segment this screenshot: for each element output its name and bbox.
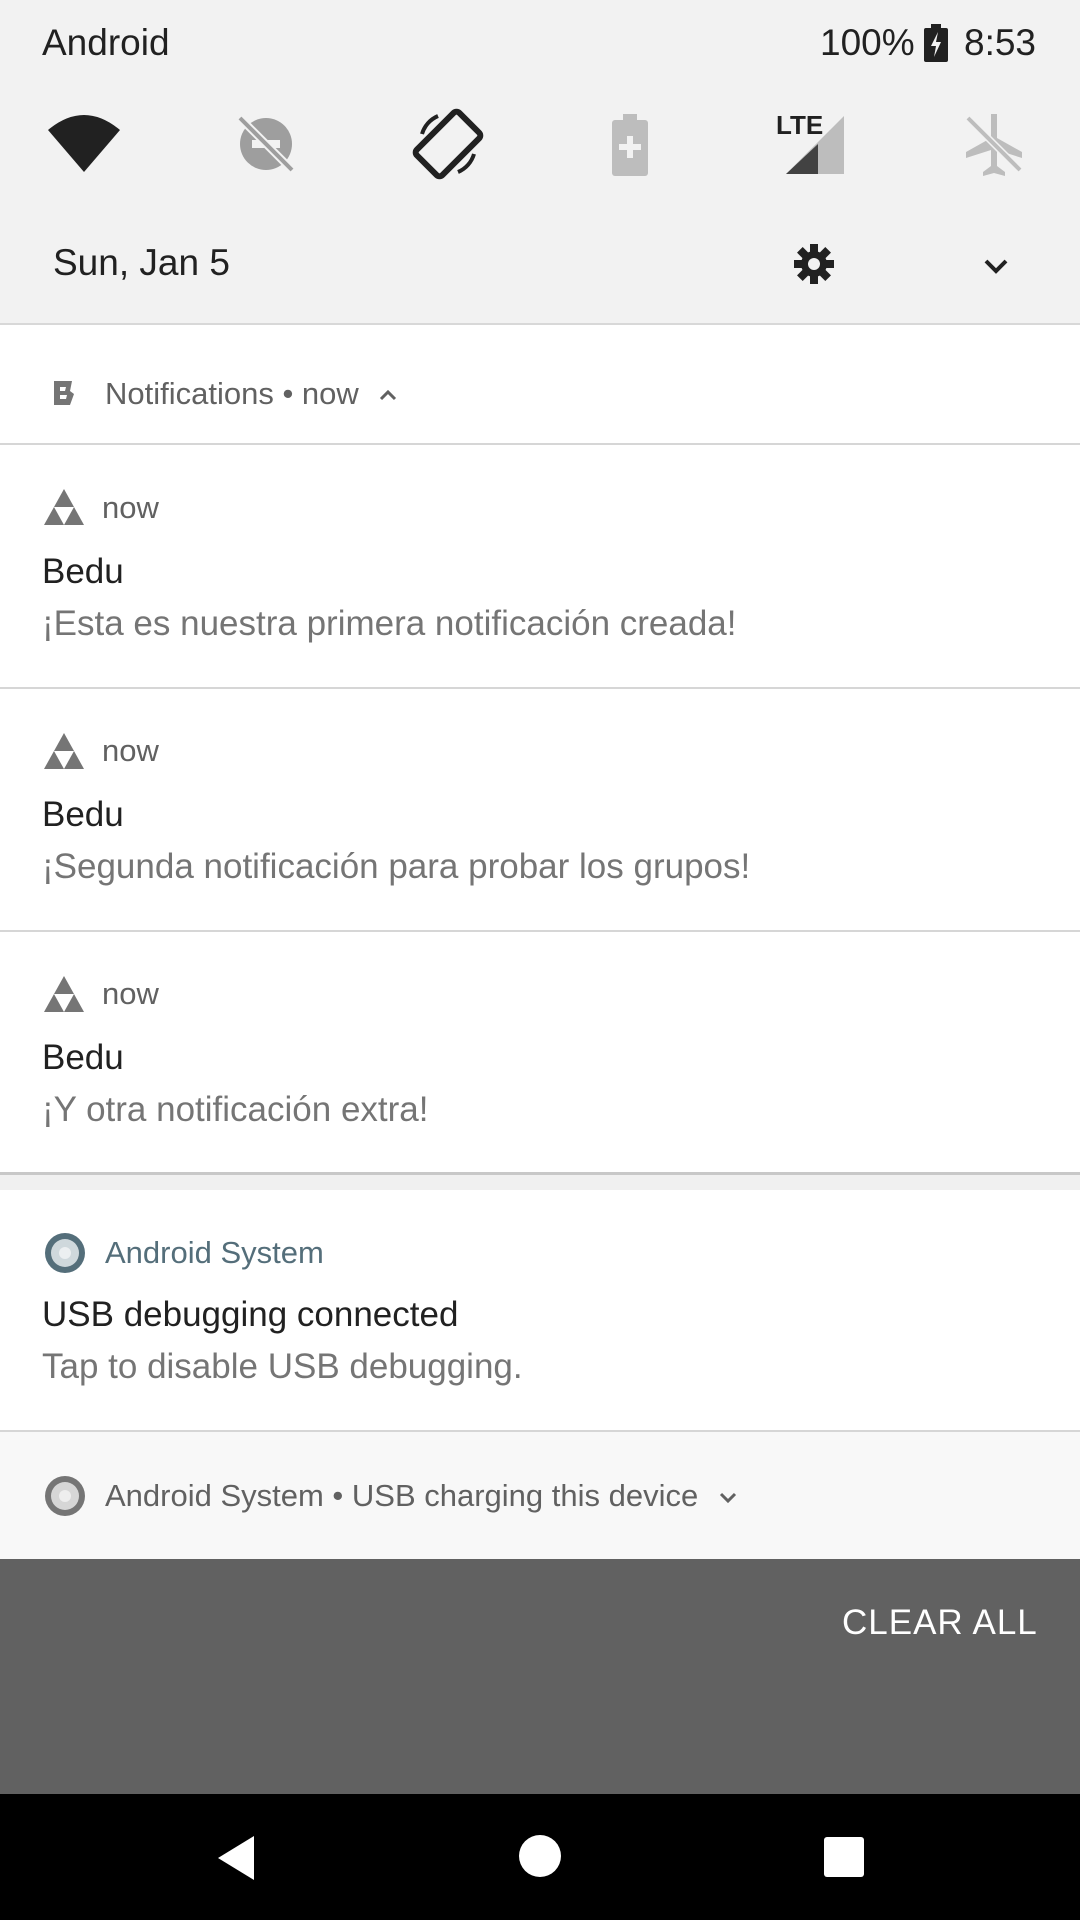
chevron-up-icon <box>377 376 399 416</box>
notification-text: ¡Esta es nuestra primera notificación cr… <box>42 604 737 643</box>
home-icon[interactable] <box>518 1834 562 1883</box>
airplane-mode-tile[interactable] <box>954 104 1034 184</box>
battery-percent: 100% <box>820 22 915 63</box>
chevron-down-icon[interactable] <box>976 246 1016 291</box>
lte-signal-icon: LTE <box>772 110 852 188</box>
date-label: Sun, Jan 5 <box>53 242 230 283</box>
airplane-mode-icon <box>954 114 1034 188</box>
wifi-icon <box>44 115 124 188</box>
notification-text: ¡Segunda notificación para probar los gr… <box>42 847 751 886</box>
clock: 8:53 <box>964 22 1037 63</box>
settings-gear-icon[interactable] <box>792 242 836 291</box>
notification-title: Bedu <box>42 1038 124 1077</box>
do-not-disturb-off-icon <box>226 115 306 188</box>
clear-all-button[interactable]: CLEAR ALL <box>842 1601 1038 1645</box>
svg-text:LTE: LTE <box>776 110 823 140</box>
triforce-icon <box>44 733 84 774</box>
battery-saver-icon <box>590 114 670 188</box>
app-logo-icon <box>50 378 78 413</box>
notification-card[interactable] <box>0 445 1080 687</box>
notification-time: now <box>102 733 159 768</box>
group-separator-shadow <box>0 1172 1080 1175</box>
chevron-down-icon <box>717 1478 739 1518</box>
battery-charging-icon <box>922 24 950 67</box>
notification-card[interactable] <box>0 932 1080 1174</box>
notification-card[interactable] <box>0 689 1080 931</box>
do-not-disturb-tile[interactable] <box>226 104 306 184</box>
triforce-icon <box>44 489 84 530</box>
system-app-name: Android System <box>105 1235 324 1270</box>
auto-rotate-icon <box>408 108 488 188</box>
mobile-data-tile[interactable]: LTE <box>772 104 852 184</box>
recents-icon[interactable] <box>823 1836 865 1883</box>
android-system-icon <box>44 1475 86 1522</box>
notification-text: ¡Y otra notificación extra! <box>42 1090 429 1129</box>
auto-rotate-tile[interactable] <box>408 104 488 184</box>
back-icon[interactable] <box>214 1834 258 1887</box>
notification-title: Bedu <box>42 552 124 591</box>
triforce-icon <box>44 976 84 1017</box>
system-notification-text: Tap to disable USB debugging. <box>42 1347 523 1386</box>
carrier-label: Android <box>42 22 170 63</box>
usb-charging-text: Android System • USB charging this devic… <box>105 1476 739 1518</box>
group-header-title: Notifications • now <box>105 374 399 416</box>
android-system-icon <box>44 1232 86 1279</box>
battery-saver-tile[interactable] <box>590 104 670 184</box>
notification-title: Bedu <box>42 795 124 834</box>
notification-time: now <box>102 976 159 1011</box>
group-header-text: Notifications • now <box>105 376 359 411</box>
notification-time: now <box>102 490 159 525</box>
wifi-tile[interactable] <box>44 104 124 184</box>
system-notification-title: USB debugging connected <box>42 1295 459 1334</box>
usb-charging-label: Android System • USB charging this devic… <box>105 1478 699 1513</box>
